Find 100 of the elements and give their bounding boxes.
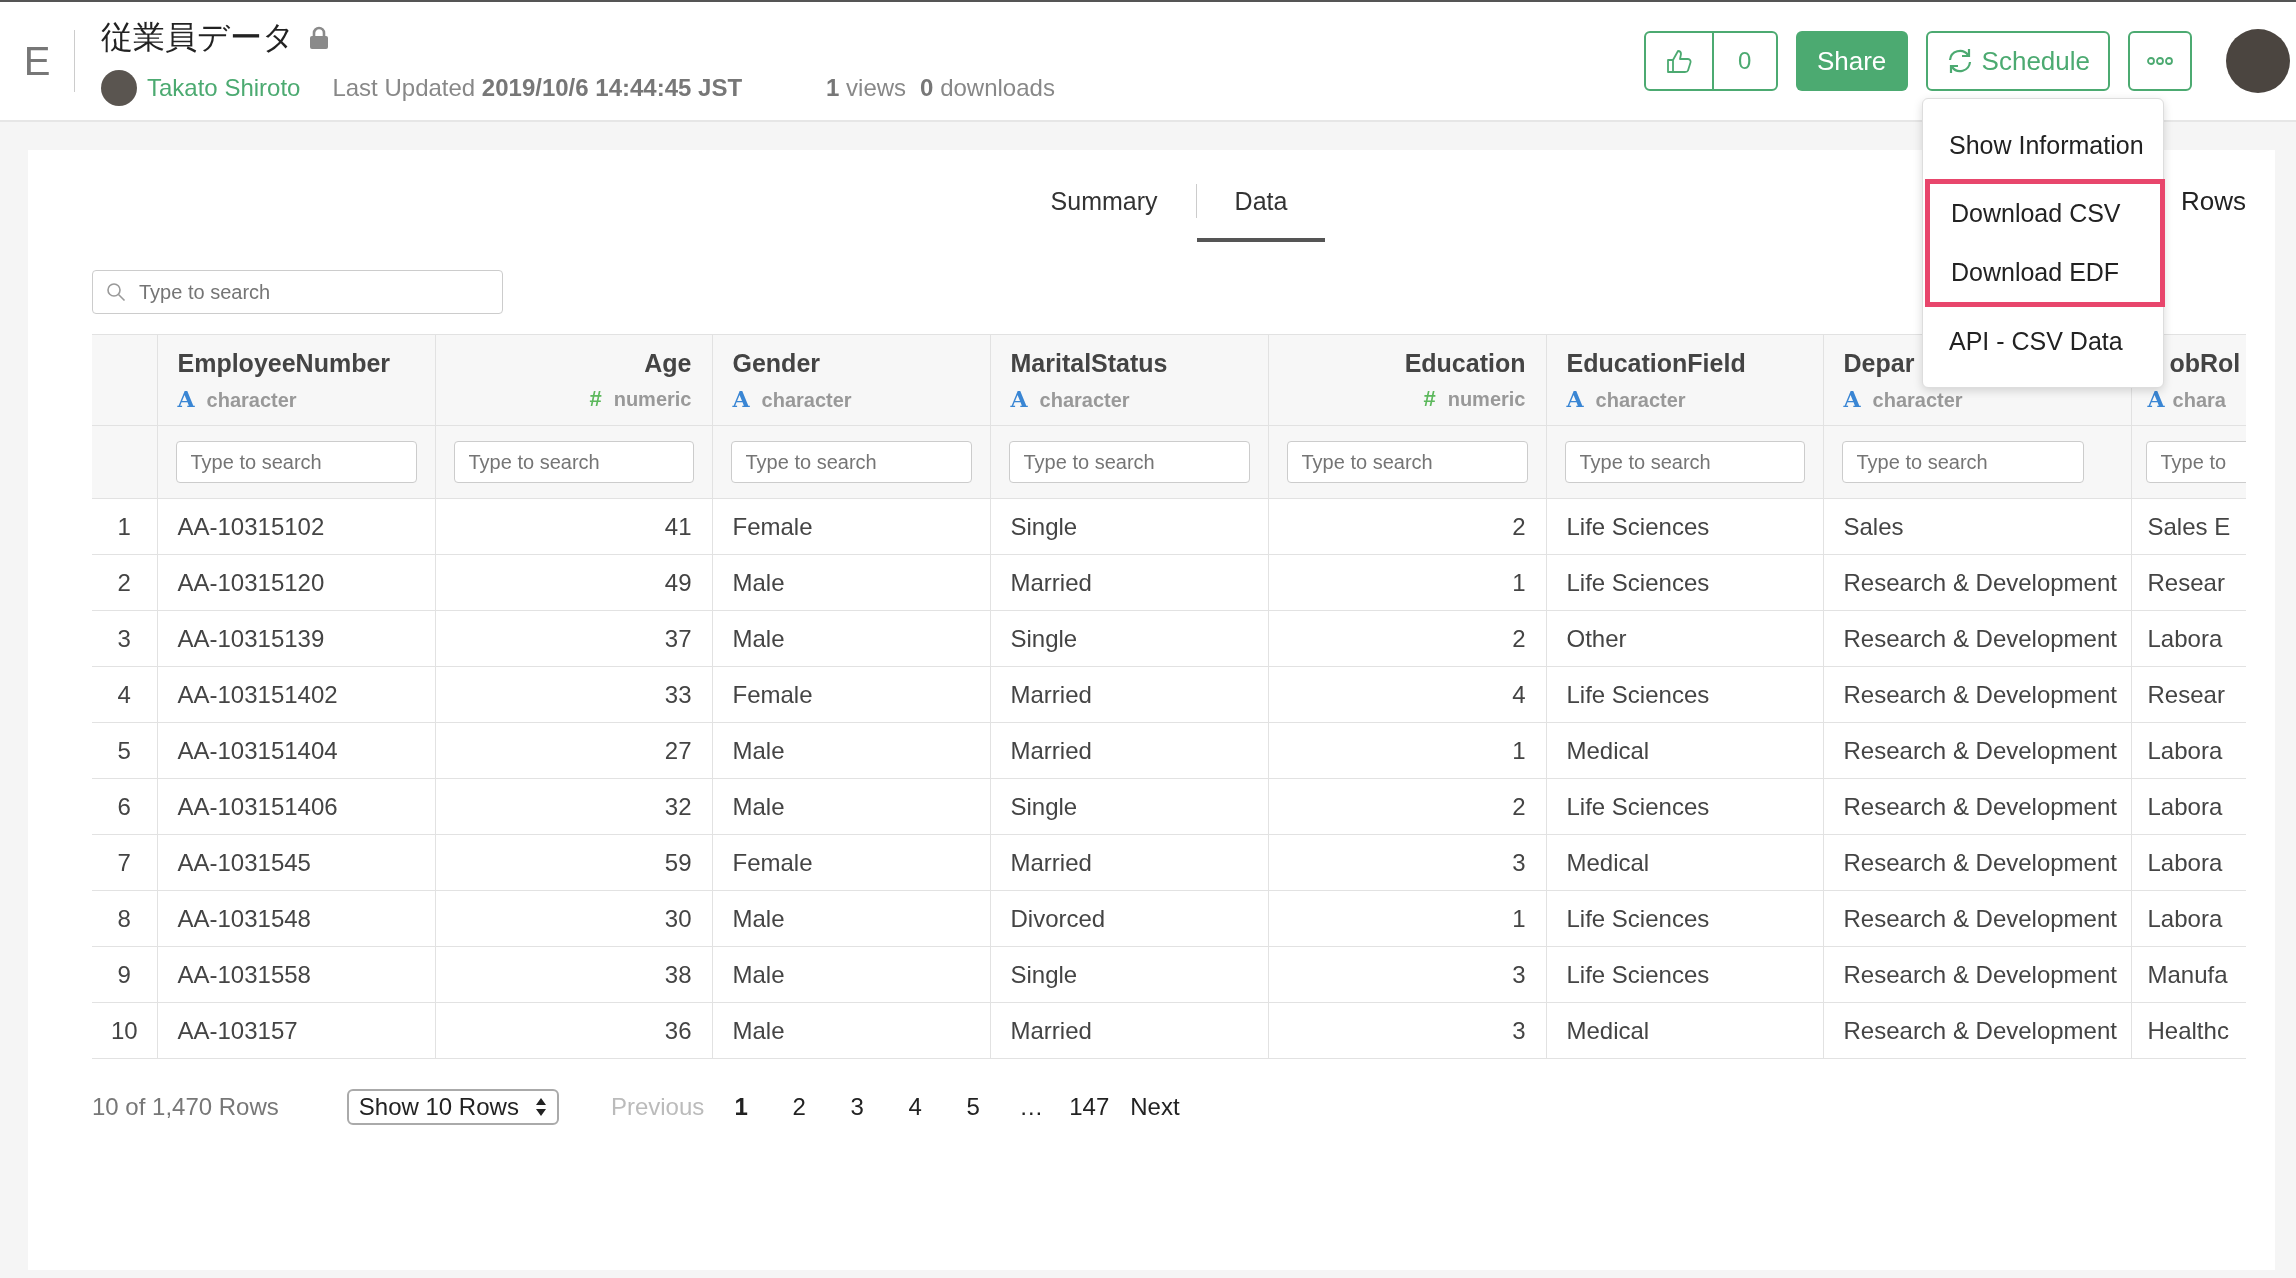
- table-cell: Research & Development: [1823, 834, 2131, 891]
- table-cell: Research & Development: [1823, 778, 2131, 835]
- menu-item[interactable]: Download CSV: [1930, 184, 2160, 243]
- row-number: 10: [92, 1002, 157, 1059]
- table-cell: Research & Development: [1823, 554, 2131, 611]
- like-button[interactable]: [1645, 33, 1714, 89]
- table-cell: 2: [1268, 498, 1546, 555]
- column-filter-field[interactable]: Type to search: [730, 441, 972, 483]
- column-type: character: [761, 388, 852, 411]
- table-cell: 1: [1268, 722, 1546, 779]
- menu-item[interactable]: API - CSV Data: [1923, 307, 2163, 375]
- page-link[interactable]: 3: [828, 1093, 887, 1121]
- views-count: 1 views: [826, 74, 907, 102]
- column-header[interactable]: EmployeeNumber: [177, 348, 415, 378]
- tab[interactable]: Summary: [1012, 160, 1196, 242]
- tab[interactable]: Data: [1196, 160, 1326, 242]
- table-cell: Male: [712, 890, 990, 947]
- row-number: 8: [92, 890, 157, 947]
- rows-label: Rows: [2181, 185, 2246, 216]
- column-type: character: [1872, 388, 1963, 411]
- column-header[interactable]: EducationField: [1566, 348, 1803, 378]
- page-link[interactable]: …: [1002, 1093, 1061, 1121]
- table-cell: AA-103157: [157, 1002, 435, 1059]
- table-cell: Medical: [1546, 1002, 1823, 1059]
- more-button[interactable]: [2128, 31, 2192, 91]
- table-cell: Single: [990, 498, 1268, 555]
- row-number: 3: [92, 610, 157, 667]
- table-cell: Sales: [1823, 498, 2131, 555]
- table-cell: AA-1031558: [157, 946, 435, 1003]
- table-cell: Male: [712, 554, 990, 611]
- table-cell: AA-103151404: [157, 722, 435, 779]
- column-header[interactable]: Gender: [732, 348, 970, 378]
- page-link[interactable]: 147: [1060, 1093, 1119, 1121]
- column-filter-field[interactable]: Type to search: [175, 441, 417, 483]
- table-cell: Single: [990, 610, 1268, 667]
- column-header[interactable]: Education: [1288, 348, 1526, 378]
- column-filter-field[interactable]: Type to: [2145, 441, 2246, 483]
- more-icon: [2147, 56, 2173, 66]
- table-cell: Female: [712, 834, 990, 891]
- table-cell: Medical: [1546, 722, 1823, 779]
- table-cell: Research & Development: [1823, 666, 2131, 723]
- row-number: 1: [92, 498, 157, 555]
- table-cell: Life Sciences: [1546, 666, 1823, 723]
- row-number: 2: [92, 554, 157, 611]
- page-link[interactable]: 4: [886, 1093, 945, 1121]
- table-cell: Married: [990, 666, 1268, 723]
- column-filter-field[interactable]: Type to search: [453, 441, 694, 483]
- table-cell: AA-10315139: [157, 610, 435, 667]
- next-link[interactable]: Next: [1130, 1093, 1180, 1121]
- column-filter-field[interactable]: Type to search: [1008, 441, 1250, 483]
- logo[interactable]: E: [0, 30, 75, 92]
- page-link[interactable]: 2: [770, 1093, 829, 1121]
- table-cell: Life Sciences: [1546, 498, 1823, 555]
- table-cell: Research & Development: [1823, 610, 2131, 667]
- column-filter-field[interactable]: Type to search: [1286, 441, 1528, 483]
- table-cell: 59: [435, 834, 712, 891]
- table-cell: 2: [1268, 778, 1546, 835]
- table-cell: Married: [990, 834, 1268, 891]
- page-link[interactable]: 5: [944, 1093, 1003, 1121]
- type-icon: A: [732, 385, 750, 412]
- table-cell: 41: [435, 498, 712, 555]
- row-number: 5: [92, 722, 157, 779]
- table-cell: AA-103151402: [157, 666, 435, 723]
- search-field[interactable]: Type to search: [92, 270, 503, 314]
- page-size-select[interactable]: Show 10 Rows: [346, 1089, 559, 1125]
- table-cell: AA-1031548: [157, 890, 435, 947]
- type-icon: #: [1423, 385, 1436, 411]
- thumbs-up-icon: [1665, 48, 1692, 74]
- table-cell: Single: [990, 946, 1268, 1003]
- menu-item[interactable]: Show Information: [1923, 111, 2163, 179]
- table-cell: Divorced: [990, 890, 1268, 947]
- menu-item[interactable]: Download EDF: [1930, 243, 2160, 302]
- table-cell: Single: [990, 778, 1268, 835]
- table-cell: 1: [1268, 890, 1546, 947]
- row-number: 6: [92, 778, 157, 835]
- table-cell: 4: [1268, 666, 1546, 723]
- table-cell: Other: [1546, 610, 1823, 667]
- column-header[interactable]: obRol: [2169, 348, 2246, 378]
- table-cell: Research & Development: [1823, 1002, 2131, 1059]
- page-link[interactable]: 1: [712, 1093, 771, 1121]
- table-cell: 27: [435, 722, 712, 779]
- table-cell: AA-1031545: [157, 834, 435, 891]
- column-header[interactable]: Age: [455, 348, 692, 378]
- column-type: character: [1595, 388, 1686, 411]
- sort-arrows-icon: [534, 1097, 547, 1117]
- column-filter-field[interactable]: Type to search: [1564, 441, 1805, 483]
- column-type: chara: [2172, 388, 2226, 411]
- table-cell: Male: [712, 610, 990, 667]
- table-cell: AA-103151406: [157, 778, 435, 835]
- type-icon: A: [1010, 385, 1028, 412]
- table-cell: Male: [712, 1002, 990, 1059]
- table-cell: 3: [1268, 1002, 1546, 1059]
- table-cell: 3: [1268, 946, 1546, 1003]
- type-icon: A: [2147, 385, 2165, 412]
- column-filter-field[interactable]: Type to search: [1841, 441, 2084, 483]
- table-cell: 33: [435, 666, 712, 723]
- row-number: 7: [92, 834, 157, 891]
- table-cell: Research & Development: [1823, 722, 2131, 779]
- table-cell: Research & Development: [1823, 946, 2131, 1003]
- column-header[interactable]: MaritalStatus: [1010, 348, 1248, 378]
